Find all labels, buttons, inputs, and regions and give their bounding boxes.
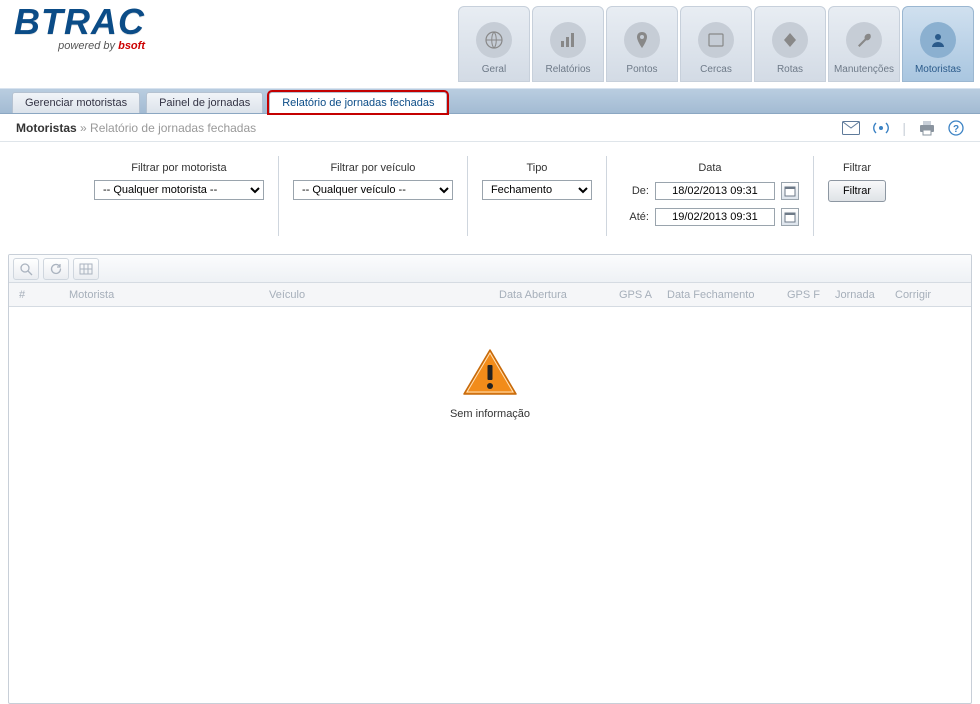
app-logo: BTRAC powered by bsoft [14,4,145,52]
chart-icon [550,22,586,58]
filter-button[interactable]: Filtrar [828,180,886,202]
page-tools: | ? [842,120,964,136]
pin-icon [624,22,660,58]
signal-icon[interactable] [872,120,890,136]
subtab-bar: Gerenciar motoristas Painel de jornadas … [0,88,980,114]
calendar-icon[interactable] [781,208,799,226]
col-gps-f: GPS F [783,289,831,301]
nav-geral[interactable]: Geral [458,6,530,82]
nav-manutencoes[interactable]: Manutenções [828,6,900,82]
col-corrigir: Corrigir [891,289,941,301]
breadcrumb: Motoristas » Relatório de jornadas fecha… [16,121,256,135]
grid-refresh-icon[interactable] [43,258,69,280]
results-grid: # Motorista Veículo Data Abertura GPS A … [8,254,972,704]
nav-label: Rotas [777,64,803,75]
nav-motoristas[interactable]: Motoristas [902,6,974,82]
nav-label: Manutenções [834,64,894,75]
col-data-abertura: Data Abertura [495,289,615,301]
empty-message: Sem informação [450,408,530,420]
col-veiculo: Veículo [265,289,495,301]
filter-tipo-select[interactable]: Fechamento [482,180,592,200]
filter-motorista-select[interactable]: -- Qualquer motorista -- [94,180,264,200]
col-gps-a: GPS A [615,289,663,301]
nav-label: Pontos [626,64,657,75]
nav-label: Geral [482,64,506,75]
driver-icon [920,22,956,58]
wrench-icon [846,22,882,58]
calendar-icon[interactable] [781,182,799,200]
nav-label: Motoristas [915,64,961,75]
main-nav: Geral Relatórios Pontos Cercas Rotas [458,6,974,82]
filter-de-label: De: [621,185,649,197]
col-motorista: Motorista [65,289,265,301]
grid-search-icon[interactable] [13,258,39,280]
filter-ate-label: Até: [621,211,649,223]
logo-powered: powered by bsoft [14,40,145,52]
filter-tipo-label: Tipo [526,162,547,174]
col-index: # [15,289,65,301]
filter-panel: Filtrar por motorista -- Qualquer motori… [80,156,900,236]
filter-veiculo-select[interactable]: -- Qualquer veículo -- [293,180,453,200]
svg-text:?: ? [953,124,959,135]
globe-icon [476,22,512,58]
grid-body: Sem informação [9,307,971,703]
warning-icon [462,347,518,400]
logo-word: BTRAC [14,4,145,40]
nav-label: Relatórios [545,64,590,75]
route-icon [772,22,808,58]
nav-cercas[interactable]: Cercas [680,6,752,82]
fence-icon [698,22,734,58]
filter-data-label: Data [698,162,721,174]
filter-ate-input[interactable] [655,208,775,226]
mail-icon[interactable] [842,121,860,135]
tab-gerenciar-motoristas[interactable]: Gerenciar motoristas [12,92,140,113]
print-icon[interactable] [918,120,936,136]
nav-rotas[interactable]: Rotas [754,6,826,82]
grid-toolbar [9,255,971,283]
filter-veiculo-label: Filtrar por veículo [330,162,415,174]
nav-relatorios[interactable]: Relatórios [532,6,604,82]
nav-pontos[interactable]: Pontos [606,6,678,82]
col-data-fechamento: Data Fechamento [663,289,783,301]
help-icon[interactable]: ? [948,120,964,136]
col-jornada: Jornada [831,289,891,301]
filter-action-label: Filtrar [843,162,871,174]
grid-header: # Motorista Veículo Data Abertura GPS A … [9,283,971,307]
filter-de-input[interactable] [655,182,775,200]
tab-painel-jornadas[interactable]: Painel de jornadas [146,92,263,113]
grid-columns-icon[interactable] [73,258,99,280]
tab-relatorio-jornadas-fechadas[interactable]: Relatório de jornadas fechadas [269,92,447,113]
filter-motorista-label: Filtrar por motorista [131,162,226,174]
nav-label: Cercas [700,64,732,75]
